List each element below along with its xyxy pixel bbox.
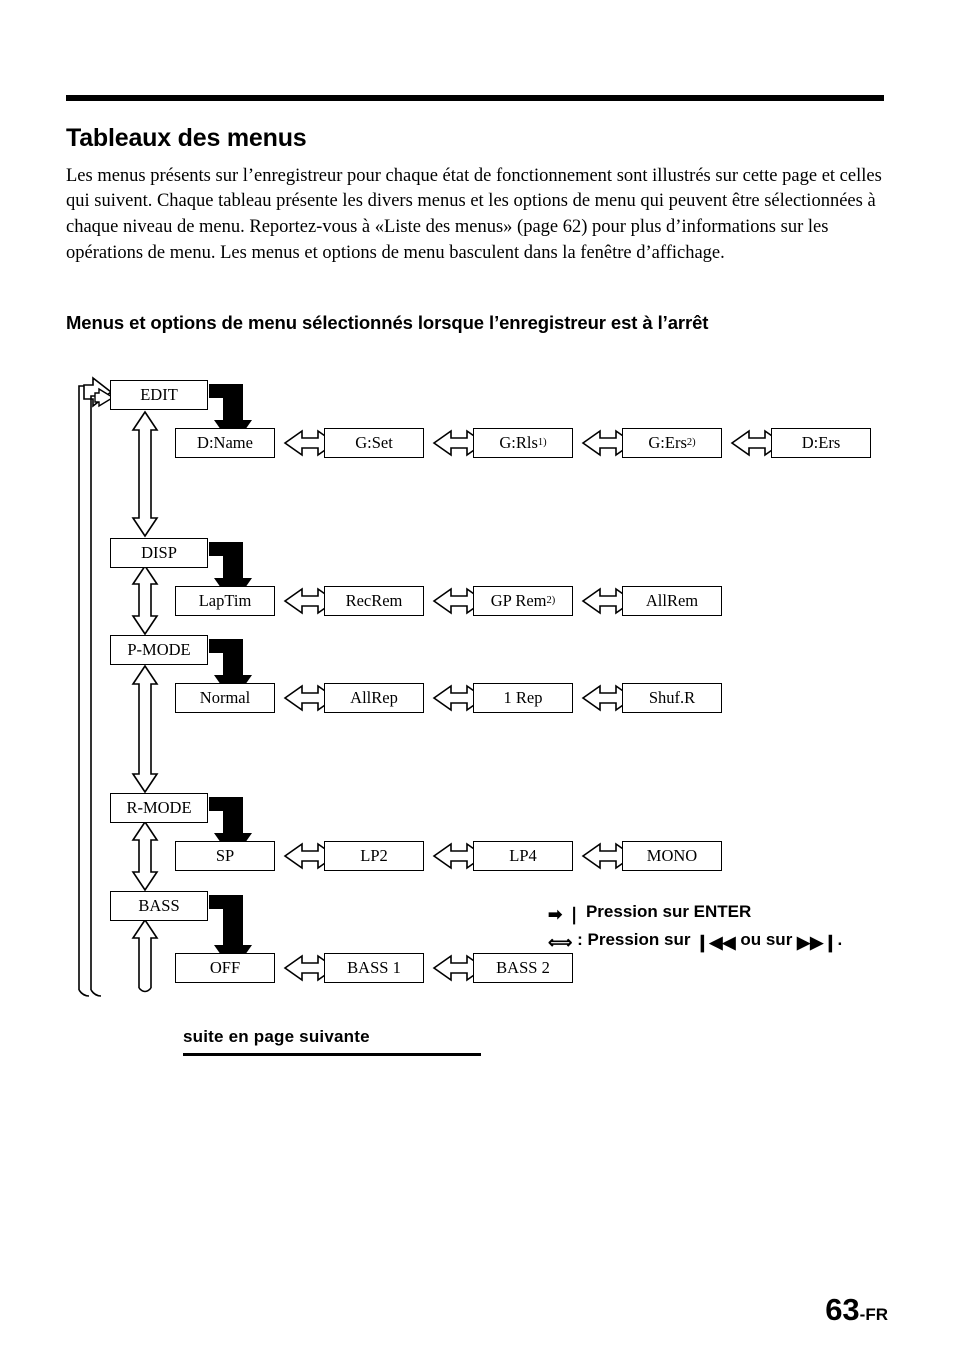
option-label: 1 Rep [503, 688, 543, 707]
vertical-double-arrow-edit-disp [131, 410, 159, 538]
option-label: MONO [646, 846, 698, 865]
header-rule [66, 95, 884, 101]
option-box-d-ers[interactable]: D:Ers [771, 428, 871, 458]
option-box-recrem[interactable]: RecRem [324, 586, 424, 616]
menu-box-disp[interactable]: DISP [110, 538, 208, 568]
option-label: LapTim [198, 591, 252, 610]
intro-paragraph: Les menus présents sur l’enregistreur po… [66, 165, 882, 263]
legend-skip-text-end: . [837, 930, 843, 949]
vertical-double-arrow-disp-pmode [131, 564, 159, 636]
folio-number: 63 [825, 1292, 860, 1327]
right-arrow-icon: ➡ [548, 905, 563, 924]
continued-note: suite en page suivante [183, 1027, 370, 1046]
vertical-double-arrow-rmode-bass [131, 820, 159, 892]
option-label: D:Name [197, 433, 253, 452]
option-label: LP4 [509, 846, 537, 865]
menu-box-rmode[interactable]: R-MODE [110, 793, 208, 823]
menu-box-bass[interactable]: BASS [110, 891, 208, 921]
option-label: LP2 [360, 846, 388, 865]
menu-label: R-MODE [126, 798, 192, 817]
menu-label: P-MODE [127, 640, 191, 659]
legend-row-enter: ➡ ❘ Pression sur ENTER [548, 898, 842, 926]
option-label: G:Ers [648, 433, 687, 452]
next-track-icon: ▶▶❙ [797, 933, 838, 952]
option-label: G:Set [355, 433, 393, 452]
page-folio: 63-FR [825, 1292, 888, 1328]
option-box-allrem[interactable]: AllRem [622, 586, 722, 616]
option-box-mono[interactable]: MONO [622, 841, 722, 871]
option-box-bass-2[interactable]: BASS 2 [473, 953, 573, 983]
option-label: OFF [209, 958, 241, 977]
loop-rail-inner [90, 395, 102, 997]
option-label: D:Ers [801, 433, 841, 452]
option-label: SP [215, 846, 235, 865]
menu-box-pmode[interactable]: P-MODE [110, 635, 208, 665]
option-label: GP Rem [490, 591, 547, 610]
option-box-gp-rem[interactable]: GP Rem 2) [473, 586, 573, 616]
option-label: AllRep [350, 688, 398, 707]
menu-label: DISP [141, 543, 177, 562]
loop-rail-outer [78, 385, 93, 997]
option-box-1-rep[interactable]: 1 Rep [473, 683, 573, 713]
option-label: Shuf.R [648, 688, 696, 707]
option-box-shuf-r[interactable]: Shuf.R [622, 683, 722, 713]
menu-label: BASS [138, 896, 180, 915]
legend-enter-text: Pression sur ENTER [585, 902, 752, 921]
option-box-laptim[interactable]: LapTim [175, 586, 275, 616]
option-box-lp4[interactable]: LP4 [473, 841, 573, 871]
option-box-normal[interactable]: Normal [175, 683, 275, 713]
option-box-off[interactable]: OFF [175, 953, 275, 983]
prev-track-icon: ❙◀◀ [695, 933, 736, 952]
option-label: RecRem [345, 591, 403, 610]
option-box-g-rls[interactable]: G:Rls 1) [473, 428, 573, 458]
option-label: AllRem [645, 591, 699, 610]
option-box-d-name[interactable]: D:Name [175, 428, 275, 458]
continued-note-rule [183, 1053, 481, 1056]
page-title: Tableaux des menus [66, 123, 307, 152]
menu-label: EDIT [140, 385, 178, 404]
option-box-allrep[interactable]: AllRep [324, 683, 424, 713]
diagram-legend: ➡ ❘ Pression sur ENTER ⟺ : Pression sur … [548, 898, 842, 954]
legend-skip-text-before: : Pression sur [577, 930, 691, 949]
option-box-g-ers[interactable]: G:Ers 2) [622, 428, 722, 458]
folio-suffix: -FR [859, 1305, 888, 1324]
enter-bar-icon: ❘ [566, 905, 582, 924]
option-box-bass-1[interactable]: BASS 1 [324, 953, 424, 983]
loop-rail-outer-arrowhead [83, 376, 113, 408]
option-label: G:Rls [499, 433, 538, 452]
option-label: BASS 1 [347, 958, 401, 977]
option-box-lp2[interactable]: LP2 [324, 841, 424, 871]
option-box-g-set[interactable]: G:Set [324, 428, 424, 458]
menu-box-edit[interactable]: EDIT [110, 380, 208, 410]
option-label: BASS 2 [496, 958, 550, 977]
legend-skip-text-middle: ou sur [740, 930, 793, 949]
section-title: Menus et options de menu sélectionnés lo… [66, 312, 709, 334]
legend-row-skip: ⟺ : Pression sur ❙◀◀ ou sur ▶▶❙. [548, 926, 842, 954]
option-box-sp[interactable]: SP [175, 841, 275, 871]
option-label: Normal [199, 688, 251, 707]
vertical-double-arrow-pmode-rmode [131, 664, 159, 794]
left-right-arrow-icon: ⟺ [548, 933, 573, 952]
vertical-return-arrow-bass [131, 918, 159, 993]
